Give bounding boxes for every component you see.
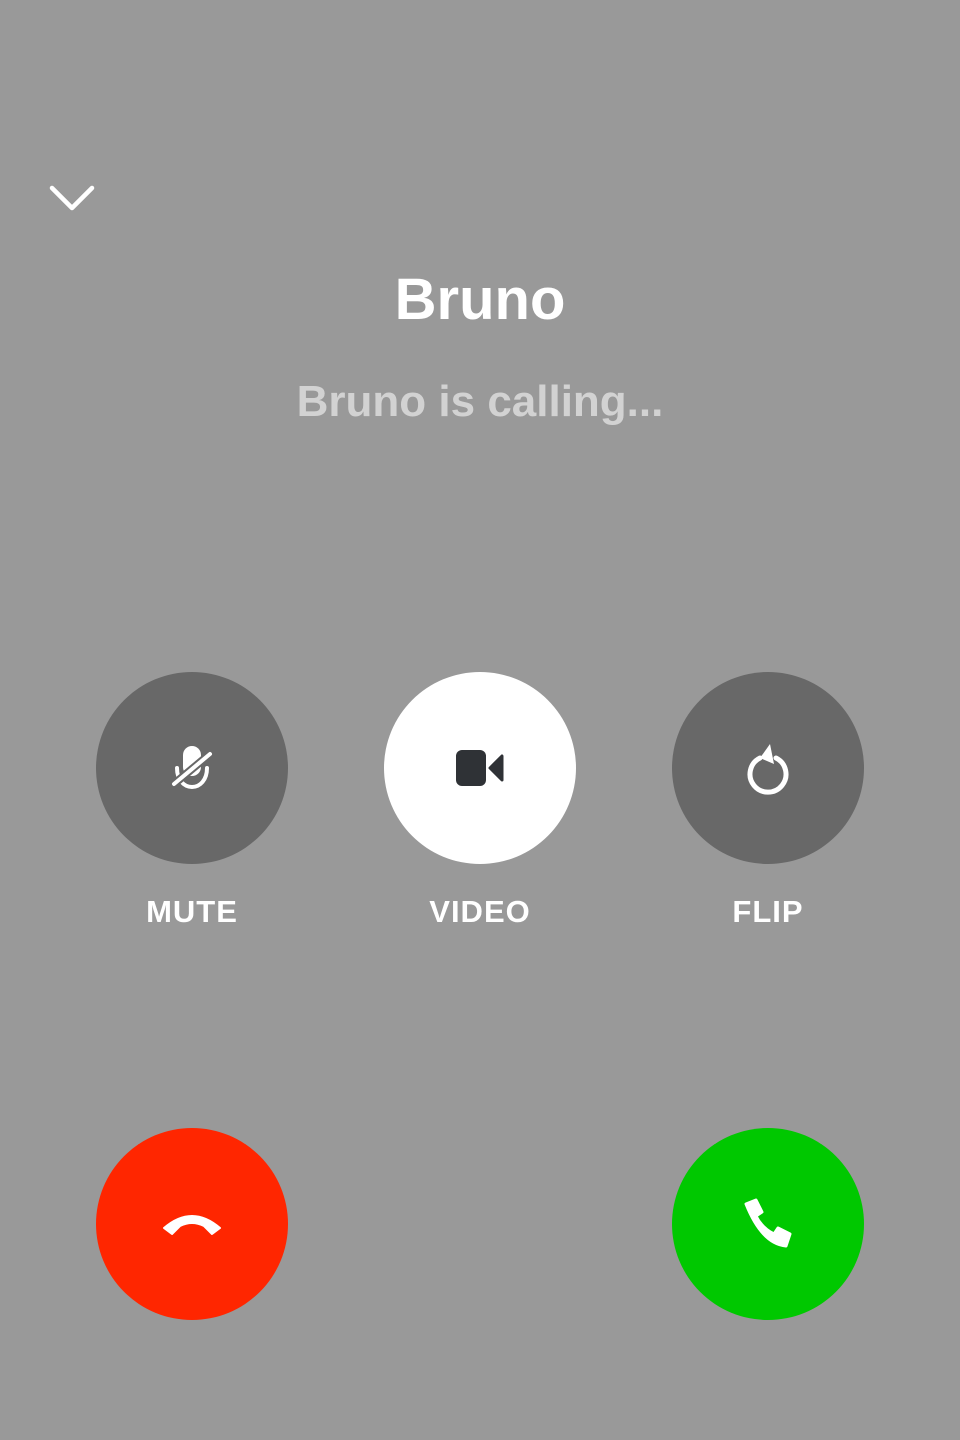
chevron-down-icon	[49, 185, 95, 211]
mute-control: MUTE	[96, 672, 288, 932]
accept-call-button[interactable]	[672, 1128, 864, 1320]
mic-off-icon	[170, 746, 214, 790]
collapse-button[interactable]	[40, 170, 104, 226]
mute-label: MUTE	[146, 894, 238, 929]
video-camera-icon	[456, 750, 504, 786]
video-control: VIDEO	[384, 672, 576, 932]
video-label: VIDEO	[429, 894, 531, 929]
video-button[interactable]	[384, 672, 576, 864]
flip-button[interactable]	[672, 672, 864, 864]
flip-control: FLIP	[672, 672, 864, 932]
caller-name: Bruno	[394, 267, 566, 332]
flip-label: FLIP	[732, 894, 804, 929]
phone-hangup-icon	[163, 1215, 221, 1235]
rotate-camera-icon	[747, 744, 789, 795]
call-status: Bruno is calling...	[296, 377, 664, 426]
mute-button[interactable]	[96, 672, 288, 864]
phone-icon	[744, 1198, 792, 1248]
decline-call-button[interactable]	[96, 1128, 288, 1320]
